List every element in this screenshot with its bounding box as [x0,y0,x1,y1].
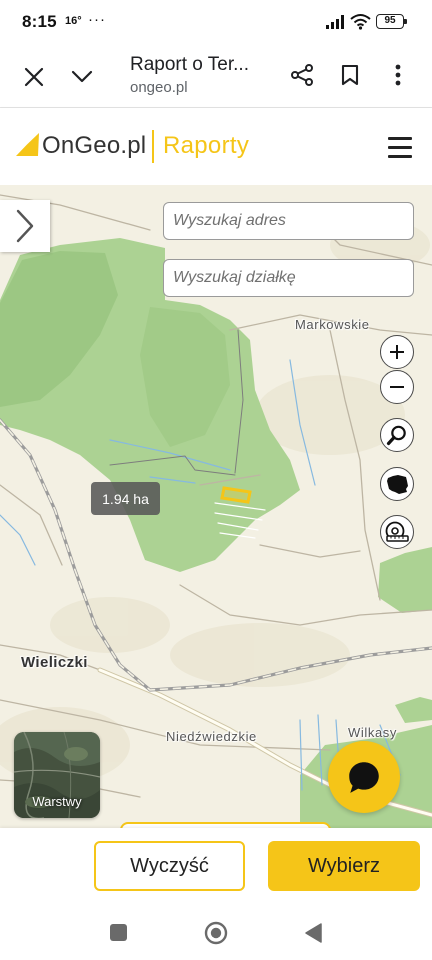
site-header: OnGeo.pl Raporty [0,108,432,185]
place-label: Wieliczki [21,654,88,671]
hamburger-menu-icon[interactable] [386,135,414,159]
chevron-down-icon [71,70,93,83]
hamburger-line [388,146,412,149]
close-icon [24,67,44,87]
bookmark-button[interactable] [336,60,364,90]
battery-tip [404,19,407,24]
expand-panel-button[interactable] [0,200,50,252]
logo-divider [152,130,154,163]
signal-icon [326,15,344,29]
browser-toolbar: Raport o Ter... ongeo.pl [0,45,432,108]
hamburger-line [388,137,412,140]
page-title: Raport o Ter... [130,54,249,75]
poland-map-icon [387,474,408,494]
bookmark-icon [341,64,359,86]
status-temperature: 16° [65,15,82,27]
action-bar: Wyczyść Wybierz [0,828,432,905]
app-root: 8:15 16° ··· 95 Raport o Ter... ongeo.pl… [0,0,432,960]
status-bar: 8:15 16° ··· 95 [0,0,432,45]
logo-text[interactable]: OnGeo.pl [42,132,146,160]
more-menu-button[interactable] [386,60,410,90]
search-address-input[interactable] [163,202,414,240]
parcel-area-label: 1.94 ha [91,482,160,515]
zoom-out-button[interactable] [380,370,414,404]
status-overflow: ··· [88,11,106,28]
wifi-icon [350,14,371,30]
layers-label: Warstwy [32,794,82,809]
place-label: Niedźwiedzkie [166,729,257,744]
map-search-button[interactable] [380,418,414,452]
place-label: Wilkasy [348,725,397,740]
search-parcel-input[interactable] [163,259,414,297]
back-icon[interactable] [303,922,323,944]
system-navigation-bar [0,905,432,960]
clear-button[interactable]: Wyczyść [94,841,245,891]
home-icon[interactable] [204,921,228,945]
more-vert-icon [395,64,401,86]
hamburger-line [388,155,412,158]
select-button[interactable]: Wybierz [268,841,420,891]
layers-button[interactable]: Warstwy [14,732,100,818]
share-button[interactable] [287,60,317,90]
recent-apps-icon[interactable] [110,924,127,941]
share-icon [291,64,313,86]
plus-icon [390,345,404,359]
page-url: ongeo.pl [130,79,188,96]
chevron-right-icon [16,209,34,243]
country-view-button[interactable] [380,467,414,501]
section-title[interactable]: Raporty [163,132,249,160]
minimize-button[interactable] [67,63,97,91]
close-button[interactable] [20,63,48,91]
chat-button[interactable] [328,741,400,813]
minus-icon [390,386,404,388]
search-icon [386,425,406,446]
ongeo-logo-icon [16,133,39,156]
parcel-outline [220,486,252,504]
measure-tape-icon [385,521,409,542]
status-time: 8:15 [22,12,57,31]
battery-indicator: 95 [376,14,404,29]
measure-button[interactable] [380,515,414,549]
zoom-in-button[interactable] [380,335,414,369]
place-label: Markowskie [295,317,370,332]
chat-icon [349,762,379,793]
